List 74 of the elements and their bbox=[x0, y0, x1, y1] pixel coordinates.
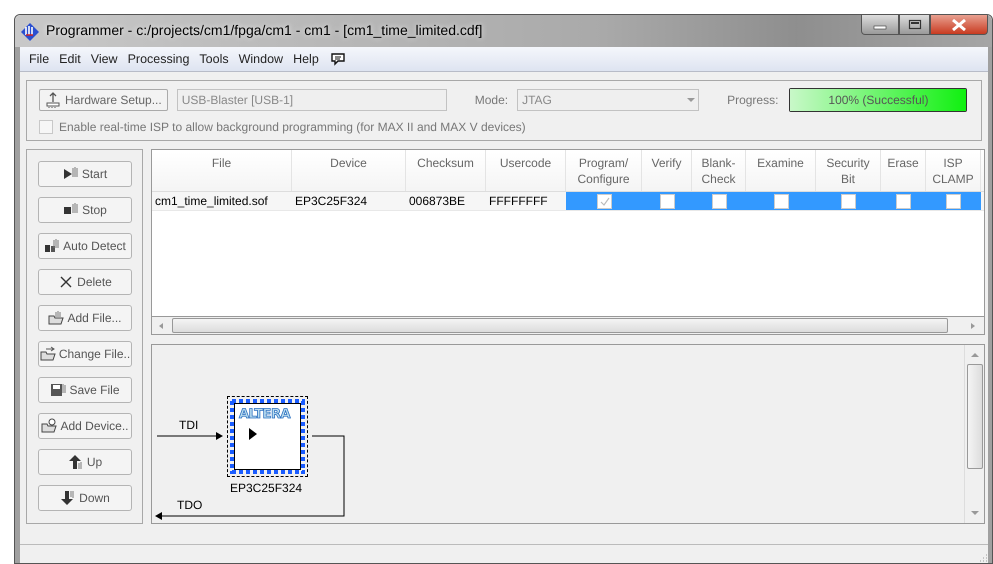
minimize-button[interactable] bbox=[861, 15, 899, 35]
table-cell-text: 006873BE bbox=[408, 193, 466, 210]
menu-item[interactable]: File bbox=[24, 52, 54, 66]
menu-item[interactable]: Edit bbox=[54, 52, 86, 66]
delete-button[interactable]: Delete bbox=[38, 269, 132, 295]
column-header[interactable]: Verify bbox=[642, 150, 692, 191]
scrollbar-thumb[interactable] bbox=[172, 318, 948, 333]
column-header[interactable]: Blank- Check bbox=[692, 150, 746, 191]
checkbox[interactable] bbox=[841, 194, 856, 208]
chip-logo: ALTERA bbox=[239, 407, 290, 422]
isp-checkbox[interactable] bbox=[39, 120, 53, 134]
menu-item[interactable]: Tools bbox=[194, 52, 234, 66]
down-arrow-icon bbox=[60, 490, 76, 506]
progress-text: 100% (Successful) bbox=[827, 93, 930, 107]
up-arrow-icon bbox=[68, 454, 84, 470]
checkbox[interactable] bbox=[774, 194, 788, 208]
tdi-arrow bbox=[156, 432, 223, 440]
tdo-label: TDO bbox=[177, 498, 202, 512]
scroll-up-icon bbox=[970, 350, 980, 360]
start-button[interactable]: Start bbox=[38, 161, 132, 187]
checkbox[interactable] bbox=[896, 194, 911, 208]
menu-item[interactable]: Processing bbox=[122, 52, 194, 66]
changefile-button[interactable]: Change File.. bbox=[38, 341, 132, 367]
column-header[interactable]: File bbox=[152, 150, 292, 191]
detect-button[interactable]: Auto Detect bbox=[38, 233, 132, 259]
checkbox[interactable] bbox=[712, 194, 726, 208]
play-icon bbox=[249, 428, 257, 440]
save-button[interactable]: Save File bbox=[38, 377, 132, 403]
column-header[interactable]: Security Bit bbox=[816, 150, 881, 191]
progress-label: Progress: bbox=[727, 93, 778, 107]
window-title: Programmer - c:/projects/cm1/fpga/cm1 - cm1 - [cm1_time_limited.cdf] bbox=[46, 22, 482, 38]
maximize-button[interactable] bbox=[899, 15, 930, 35]
hardware-setup-button[interactable]: Hardware Setup... bbox=[39, 89, 168, 111]
close-button[interactable] bbox=[930, 15, 988, 35]
column-header[interactable]: Checksum bbox=[406, 150, 486, 191]
adddevice-button[interactable]: Add Device.. bbox=[38, 413, 132, 439]
check-icon bbox=[598, 196, 610, 206]
folder-icon bbox=[40, 346, 56, 362]
checkbox[interactable] bbox=[660, 194, 674, 208]
folder-icon bbox=[48, 310, 64, 326]
menu-item[interactable]: Help bbox=[288, 52, 324, 66]
speech-bubble-icon[interactable] bbox=[330, 52, 346, 66]
checkbox[interactable] bbox=[946, 194, 961, 208]
close-icon bbox=[951, 18, 967, 30]
column-header[interactable]: Erase bbox=[881, 150, 926, 191]
stop-button[interactable]: Stop bbox=[38, 197, 132, 223]
tdi-label: TDI bbox=[179, 418, 198, 432]
table-cell-text: FFFFFFFF bbox=[488, 193, 549, 210]
column-header[interactable]: ISP CLAMP bbox=[926, 150, 981, 191]
isp-label: Enable real-time ISP to allow background programming (for MAX II and MAX V devices) bbox=[59, 120, 526, 134]
up-button[interactable]: Up bbox=[38, 449, 132, 475]
column-header[interactable]: Device bbox=[292, 150, 406, 191]
mode-label: Mode: bbox=[474, 93, 508, 107]
column-header[interactable]: Program/ Configure bbox=[566, 150, 642, 191]
floppy-disk-icon bbox=[50, 382, 66, 398]
scrollbar-thumb[interactable] bbox=[966, 364, 982, 469]
menu-item[interactable]: View bbox=[86, 52, 123, 66]
column-header[interactable]: Examine bbox=[746, 150, 816, 191]
play-icon bbox=[62, 166, 79, 182]
cross-icon bbox=[58, 274, 74, 290]
folder-icon bbox=[41, 418, 58, 434]
column-header[interactable]: Usercode bbox=[486, 150, 566, 191]
hardware-icon bbox=[45, 92, 61, 108]
app-logo-icon bbox=[20, 22, 40, 42]
scroll-down-icon bbox=[970, 508, 980, 518]
menu-item[interactable]: Window bbox=[234, 52, 288, 66]
down-button[interactable]: Down bbox=[38, 485, 132, 511]
chips-icon bbox=[44, 238, 60, 254]
table-cell-text: cm1_time_limited.sof bbox=[154, 193, 269, 210]
checkbox[interactable] bbox=[596, 194, 612, 208]
table-cell-text: EP3C25F324 bbox=[294, 193, 368, 210]
device-label: EP3C25F324 bbox=[230, 481, 302, 495]
addfile-button[interactable]: Add File... bbox=[38, 305, 132, 331]
maximize-icon bbox=[908, 19, 922, 30]
